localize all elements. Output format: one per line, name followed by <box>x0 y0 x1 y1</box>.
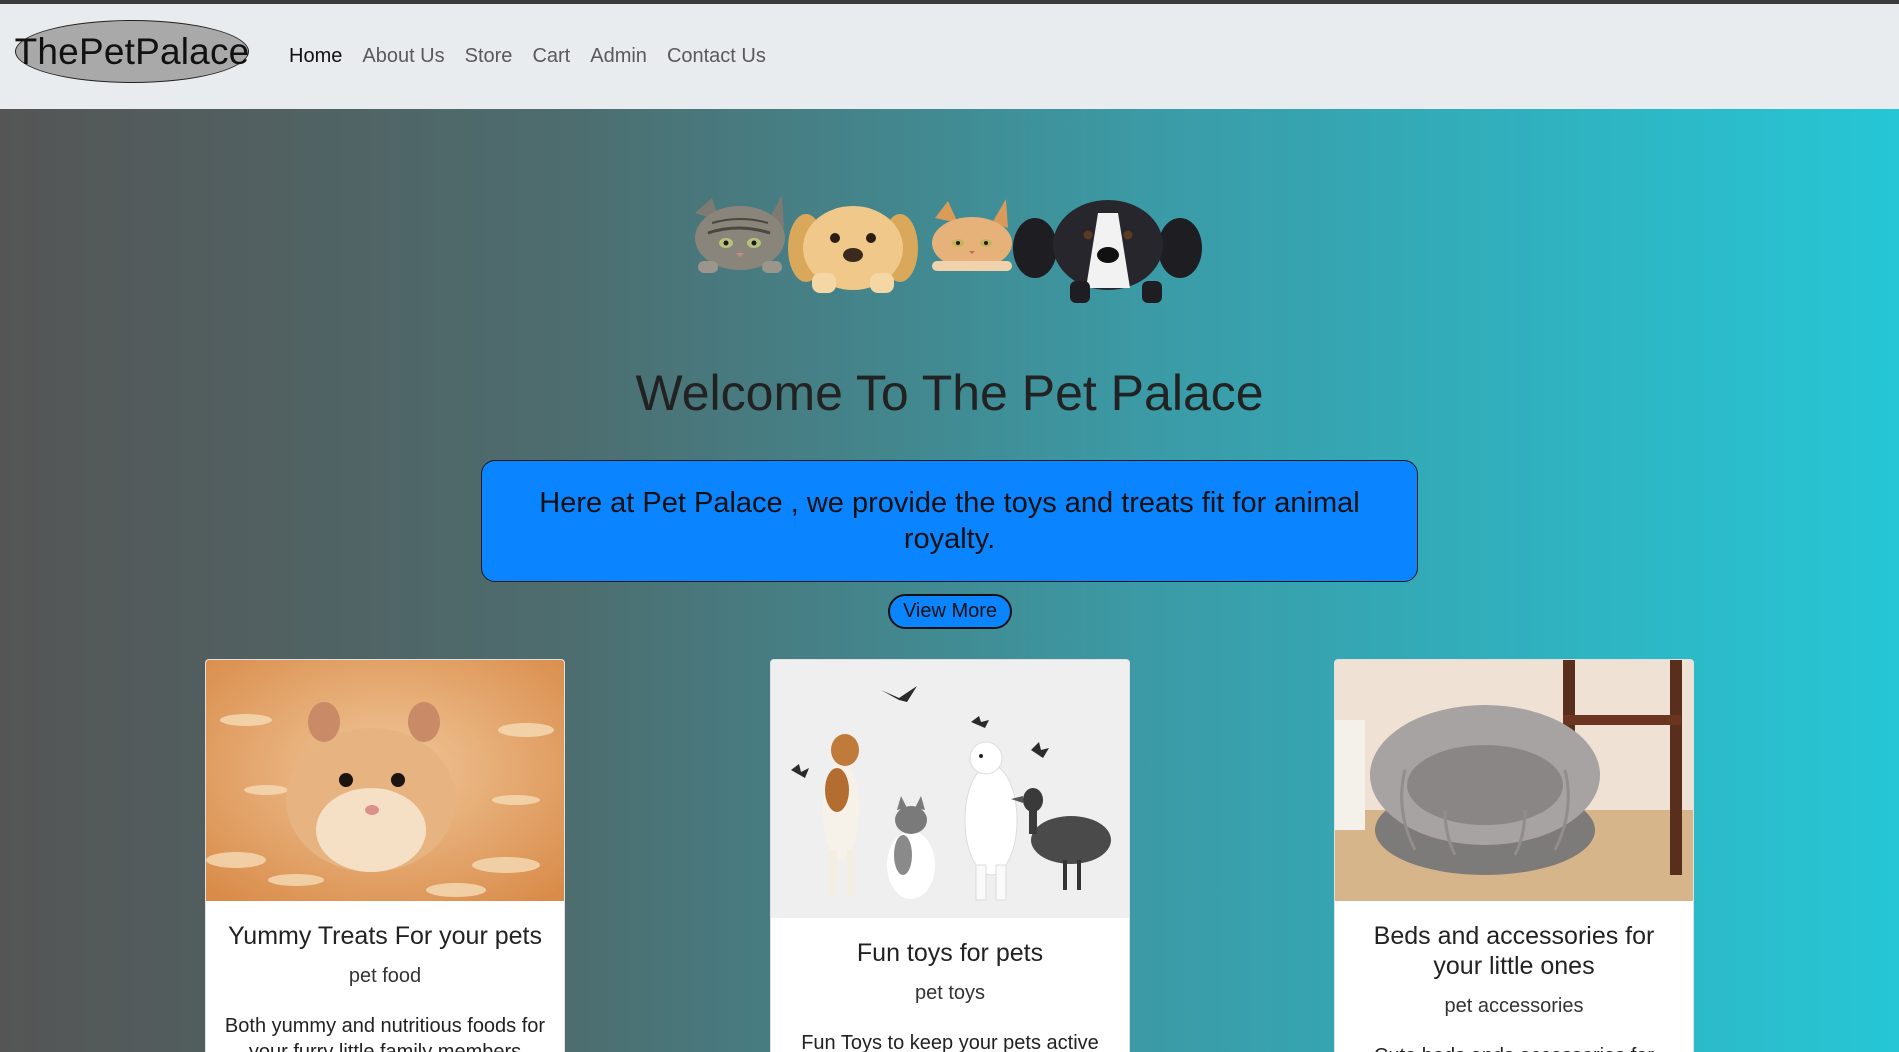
product-card-toys[interactable]: Fun toys for pets pet toys Fun Toys to k… <box>770 659 1130 1052</box>
nav-store[interactable]: Store <box>455 45 523 68</box>
page-title: Welcome To The Pet Palace <box>635 365 1264 421</box>
card-text: Cute beds ands accessories for <box>1349 1043 1679 1052</box>
navbar: ThePetPalace Home About Us Store Cart Ad… <box>0 4 1899 109</box>
nav-home[interactable]: Home <box>279 45 352 68</box>
view-more-button[interactable]: View More <box>888 594 1012 629</box>
nav-contact-us[interactable]: Contact Us <box>657 45 776 68</box>
main-nav: Home About Us Store Cart Admin Contact U… <box>279 4 776 109</box>
product-card-food[interactable]: Yummy Treats For your pets pet food Both… <box>205 659 565 1052</box>
pets-playing-image <box>771 660 1129 918</box>
card-subtitle: pet toys <box>914 982 986 1004</box>
golden-dog-icon <box>788 206 918 293</box>
card-title: Beds and accessories for your little one… <box>1373 922 1655 980</box>
card-subtitle: pet food <box>348 965 422 987</box>
pet-bed-image <box>1335 660 1693 901</box>
card-subtitle: pet accessories <box>1444 995 1584 1017</box>
nav-admin[interactable]: Admin <box>580 45 657 68</box>
nav-cart[interactable]: Cart <box>522 45 580 68</box>
intro-banner: Here at Pet Palace , we provide the toys… <box>481 460 1418 582</box>
product-card-accessories[interactable]: Beds and accessories for your little one… <box>1334 659 1694 1052</box>
brand-logo[interactable]: ThePetPalace <box>15 20 249 83</box>
nav-about-us[interactable]: About Us <box>352 45 454 68</box>
ginger-cat-icon <box>932 199 1012 271</box>
tabby-cat-icon <box>695 195 785 273</box>
card-title: Yummy Treats For your pets <box>228 922 542 950</box>
card-text: Fun Toys to keep your pets active <box>801 1032 1099 1052</box>
card-title: Fun toys for pets <box>856 939 1044 967</box>
hamster-image <box>206 660 564 901</box>
card-text: Both yummy and nutritious foods for your… <box>224 1015 546 1052</box>
black-white-dog-icon <box>1013 200 1202 303</box>
hero-section: Welcome To The Pet Palace Here at Pet Pa… <box>0 109 1899 1052</box>
peeking-pets-image <box>695 195 1202 303</box>
